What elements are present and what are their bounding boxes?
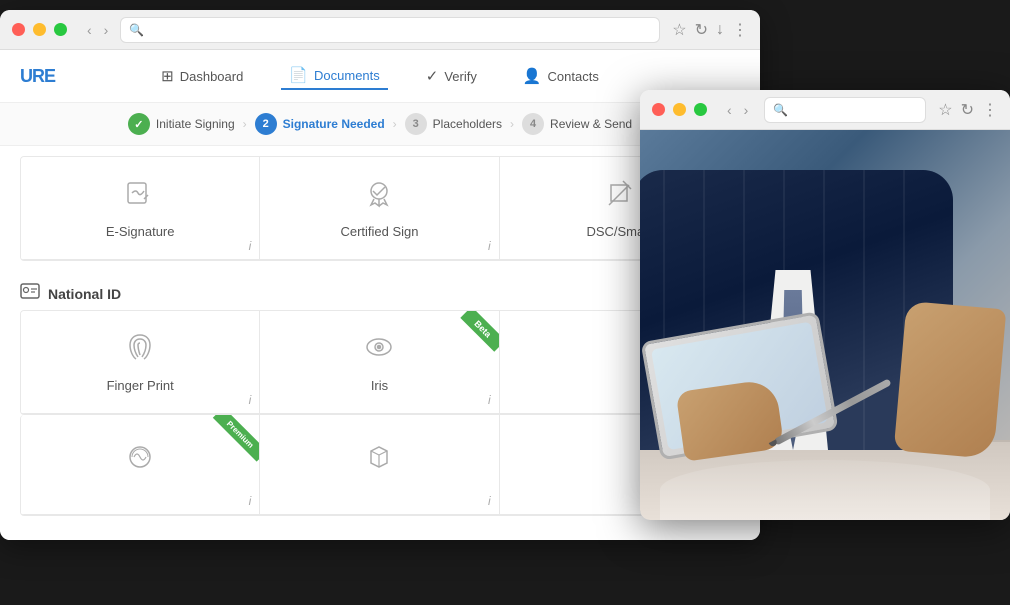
- step-1-label: Initiate Signing: [156, 117, 235, 131]
- step-1[interactable]: ✓ Initiate Signing: [128, 113, 235, 135]
- bookmark-icon[interactable]: ☆: [672, 20, 686, 40]
- fingerprint-label: Finger Print: [107, 378, 174, 393]
- business-image: [640, 130, 1010, 520]
- card-iris[interactable]: Iris i: [260, 311, 499, 414]
- search-icon: 🔍: [129, 23, 144, 37]
- signature-cards-grid: E-Signature i Certified Sign i: [20, 156, 740, 261]
- desk-reflection: [660, 460, 990, 520]
- dsc-icon: [603, 177, 635, 216]
- overlay-forward-button[interactable]: ›: [740, 100, 753, 120]
- nav-label-documents: Documents: [314, 68, 380, 83]
- certified-sign-info[interactable]: i: [488, 239, 491, 253]
- step-2-label: Signature Needed: [283, 117, 385, 131]
- refresh-icon[interactable]: ↻: [695, 20, 708, 40]
- brand-logo: URE: [20, 66, 55, 87]
- national-id-icon: [20, 283, 40, 304]
- national-id-cards-grid: Finger Print i Iris i: [20, 310, 740, 415]
- overlay-maximize-button[interactable]: [694, 103, 707, 116]
- step-4-label: Review & Send: [550, 117, 632, 131]
- beta-badge: [449, 311, 499, 361]
- step-3-circle: 3: [405, 113, 427, 135]
- step-4[interactable]: 4 Review & Send: [522, 113, 632, 135]
- nav-item-documents[interactable]: 📄 Documents: [281, 62, 387, 90]
- certified-sign-icon: [363, 177, 395, 216]
- esignature-icon: [124, 177, 156, 216]
- contacts-icon: 👤: [523, 67, 542, 85]
- nav-item-dashboard[interactable]: ⊞ Dashboard: [153, 63, 251, 89]
- nav-item-verify[interactable]: ✓ Verify: [418, 63, 485, 89]
- bottom-cards-grid: i i: [20, 415, 740, 516]
- overlay-minimize-button[interactable]: [673, 103, 686, 116]
- divider-2: ›: [393, 117, 397, 131]
- card-bottom-2[interactable]: i: [260, 415, 499, 515]
- overlay-close-button[interactable]: [652, 103, 665, 116]
- more-icon[interactable]: ⋮: [732, 20, 748, 40]
- premium-info[interactable]: i: [249, 494, 252, 508]
- card-premium[interactable]: i: [21, 415, 260, 515]
- hand-area: [650, 305, 880, 465]
- verify-icon: ✓: [426, 67, 439, 85]
- overlay-titlebar: ‹ › 🔍 ☆ ↻ ⋮: [640, 90, 1010, 130]
- overlay-nav-buttons: ‹ ›: [723, 100, 752, 120]
- iris-info[interactable]: i: [488, 393, 491, 407]
- overlay-bookmark-icon[interactable]: ☆: [938, 100, 952, 120]
- overlay-browser-window: ‹ › 🔍 ☆ ↻ ⋮: [640, 90, 1010, 520]
- toolbar-icons: ☆ ↻ ↓ ⋮: [672, 20, 748, 40]
- card-certified-sign[interactable]: Certified Sign i: [260, 157, 499, 260]
- iris-label: Iris: [371, 378, 388, 393]
- titlebar: ‹ › 🔍 ☆ ↻ ↓ ⋮: [0, 10, 760, 50]
- premium-badge: [204, 415, 259, 470]
- back-button[interactable]: ‹: [83, 20, 96, 40]
- step-3[interactable]: 3 Placeholders: [405, 113, 502, 135]
- overlay-refresh-icon[interactable]: ↻: [961, 100, 974, 120]
- bottom-2-icon: [363, 441, 395, 480]
- divider-3: ›: [510, 117, 514, 131]
- overlay-more-icon[interactable]: ⋮: [982, 100, 998, 120]
- fingerprint-info[interactable]: i: [249, 393, 252, 407]
- esignature-info[interactable]: i: [249, 239, 252, 253]
- overlay-back-button[interactable]: ‹: [723, 100, 736, 120]
- step-2[interactable]: 2 Signature Needed: [255, 113, 385, 135]
- nav-item-contacts[interactable]: 👤 Contacts: [515, 63, 607, 89]
- url-input[interactable]: [150, 23, 651, 37]
- national-id-title: National ID: [48, 286, 121, 302]
- nav-buttons: ‹ ›: [83, 20, 112, 40]
- nav-label-contacts: Contacts: [548, 69, 599, 84]
- overlay-address-bar[interactable]: 🔍: [764, 97, 926, 123]
- esignature-label: E-Signature: [106, 224, 175, 239]
- address-bar[interactable]: 🔍: [120, 17, 660, 43]
- premium-icon: [124, 441, 156, 480]
- hand: [676, 378, 785, 461]
- step-4-circle: 4: [522, 113, 544, 135]
- iris-icon: [363, 331, 395, 370]
- fingerprint-icon: [124, 331, 156, 370]
- maximize-button[interactable]: [54, 23, 67, 36]
- bottom-2-info[interactable]: i: [488, 494, 491, 508]
- download-icon[interactable]: ↓: [716, 21, 724, 39]
- card-fingerprint[interactable]: Finger Print i: [21, 311, 260, 414]
- close-button[interactable]: [12, 23, 25, 36]
- step-1-circle: ✓: [128, 113, 150, 135]
- documents-icon: 📄: [289, 66, 308, 84]
- right-hand: [894, 301, 1007, 459]
- overlay-search-icon: 🔍: [773, 103, 788, 117]
- step-3-label: Placeholders: [433, 117, 502, 131]
- divider-1: ›: [243, 117, 247, 131]
- dashboard-icon: ⊞: [161, 67, 174, 85]
- forward-button[interactable]: ›: [100, 20, 113, 40]
- step-2-circle: 2: [255, 113, 277, 135]
- minimize-button[interactable]: [33, 23, 46, 36]
- certified-sign-label: Certified Sign: [340, 224, 418, 239]
- overlay-content: [640, 130, 1010, 520]
- card-esignature[interactable]: E-Signature i: [21, 157, 260, 260]
- nav-label-verify: Verify: [444, 69, 477, 84]
- nav-label-dashboard: Dashboard: [180, 69, 244, 84]
